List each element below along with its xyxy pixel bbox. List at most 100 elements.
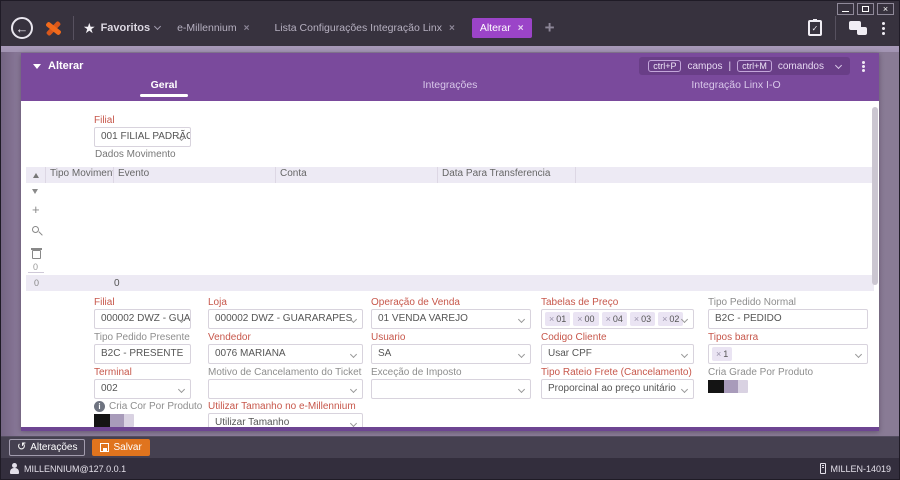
motivo-cancelamento-select[interactable] xyxy=(208,379,363,399)
barcode-type-chip[interactable]: × 1 xyxy=(712,347,733,361)
field-loja: Loja 000002 DWZ - GUARARAPES xyxy=(208,297,363,331)
remove-chip-icon[interactable]: × xyxy=(606,313,611,325)
field-value: Proporcinal ao preço unitário xyxy=(548,383,676,394)
move-down-icon[interactable] xyxy=(32,189,38,197)
vendedor-select[interactable]: 0076 MARIANA xyxy=(208,344,363,364)
tipos-barra-multiselect[interactable]: × 1 xyxy=(708,344,868,364)
usuario-select[interactable]: SA xyxy=(371,344,531,364)
filial-select[interactable]: 000002 DWZ - GUARARAPES xyxy=(94,309,191,329)
terminal-select[interactable]: 002 xyxy=(94,379,191,399)
column-header[interactable]: Evento xyxy=(114,167,276,183)
chip-value: 02 xyxy=(669,314,680,324)
chevron-down-icon xyxy=(680,385,689,394)
campos-label: campos xyxy=(687,60,723,72)
field-tipo-rateio-frete: Tipo Rateio Frete (Cancelamento) Proporc… xyxy=(541,367,694,401)
loja-select[interactable]: 000002 DWZ - GUARARAPES xyxy=(208,309,363,329)
delete-row-icon[interactable] xyxy=(31,248,42,259)
remove-chip-icon[interactable]: × xyxy=(634,313,639,325)
remove-chip-icon[interactable]: × xyxy=(662,313,667,325)
field-terminal: Terminal 002 xyxy=(94,367,191,401)
cria-cor-toggle[interactable] xyxy=(94,414,134,427)
field-label: Tipos barra xyxy=(708,332,759,343)
field-label: Usuario xyxy=(371,332,406,343)
clipboard-icon[interactable]: ✓ xyxy=(808,19,822,36)
favorites-menu[interactable]: ★ Favoritos xyxy=(83,20,162,37)
chip-value: 00 xyxy=(584,314,595,324)
field-label: Codigo Cliente xyxy=(541,332,607,343)
save-label: Salvar xyxy=(113,442,142,453)
application-window: { "colors":{"accent_purple":"#9b44c8","p… xyxy=(0,0,900,480)
column-header[interactable]: Conta xyxy=(276,167,438,183)
close-tab-icon[interactable]: × xyxy=(449,23,455,34)
cria-grade-toggle[interactable] xyxy=(708,380,748,393)
operacao-venda-select[interactable]: 01 VENDA VAREJO xyxy=(371,309,531,329)
search-icon[interactable] xyxy=(32,226,39,233)
field-filial: Filial 000002 DWZ - GUARARAPES xyxy=(94,297,191,331)
field-label: Vendedor xyxy=(208,332,251,343)
tipo-rateio-frete-select[interactable]: Proporcinal ao preço unitário xyxy=(541,379,694,399)
toggle-track xyxy=(724,380,738,393)
tab-lista-configuracoes[interactable]: Lista Configurações Integração Linx × xyxy=(266,18,462,38)
field-value: B2C - PRESENTE xyxy=(101,348,184,359)
ctrl-m-keycap: ctrl+M xyxy=(737,60,772,72)
remove-chip-icon[interactable]: × xyxy=(716,348,721,360)
price-table-chip[interactable]: × 00 xyxy=(573,312,599,326)
title-bar: × ← ★ Favoritos e-Millennium × Lista Con… xyxy=(1,1,899,46)
panel-header: Alterar ctrl+P campos | ctrl+M comandos xyxy=(21,53,879,79)
tab-alterar[interactable]: Alterar × xyxy=(471,18,532,38)
panel-menu-icon[interactable] xyxy=(862,60,865,64)
back-button[interactable]: ← xyxy=(11,17,33,39)
codigo-cliente-select[interactable]: Usar CPF xyxy=(541,344,694,364)
panel-title: Alterar xyxy=(48,60,84,72)
field-utilizar-tamanho: Utilizar Tamanho no e-Millennium Utiliza… xyxy=(208,401,363,427)
tab-e-millennium[interactable]: e-Millennium × xyxy=(169,18,257,38)
info-icon[interactable]: i xyxy=(94,401,105,412)
tipo-pedido-presente-input[interactable]: B2C - PRESENTE xyxy=(94,344,191,364)
close-tab-icon[interactable]: × xyxy=(518,23,524,34)
sort-column-header[interactable] xyxy=(26,167,46,183)
save-button[interactable]: Salvar xyxy=(92,439,150,456)
shortcuts-hint[interactable]: ctrl+P campos | ctrl+M comandos xyxy=(639,57,850,75)
tab-integracoes[interactable]: Integrações xyxy=(307,79,593,101)
vertical-scrollbar[interactable] xyxy=(872,107,878,285)
chevron-down-icon[interactable] xyxy=(834,61,843,69)
collapse-caret-icon[interactable] xyxy=(33,63,41,73)
shortcut-separator: | xyxy=(728,60,732,72)
excecao-imposto-select[interactable] xyxy=(371,379,531,399)
changes-button[interactable]: ↺ Alterações xyxy=(9,439,86,456)
chat-bubbles-icon[interactable] xyxy=(849,21,867,35)
tipo-pedido-normal-input[interactable]: B2C - PEDIDO xyxy=(708,309,868,329)
chevron-down-icon xyxy=(177,385,186,394)
main-toolbar: ← ★ Favoritos e-Millennium × Lista Confi… xyxy=(11,14,889,42)
utilizar-tamanho-select[interactable]: Utilizar Tamanho xyxy=(208,413,363,427)
column-header-empty xyxy=(576,167,874,183)
field-label: Tabelas de Preço xyxy=(541,297,619,308)
price-table-chip[interactable]: × 03 xyxy=(629,312,656,326)
field-value: SA xyxy=(378,348,392,359)
add-row-icon[interactable]: + xyxy=(32,203,40,216)
more-options-icon[interactable] xyxy=(882,21,885,25)
field-filial-top: Filial 001 FILIAL PADRÃO xyxy=(94,115,191,149)
footer-count-evento: 0 xyxy=(114,278,120,289)
tabelas-preco-multiselect[interactable]: × 01 × 00 × 04 × 03 × 02 xyxy=(541,309,694,329)
filial-select[interactable]: 001 FILIAL PADRÃO xyxy=(94,127,191,147)
chevron-down-icon xyxy=(680,350,689,359)
price-table-chip[interactable]: × 04 xyxy=(601,312,627,326)
column-header[interactable]: Data Para Transferencia xyxy=(438,167,576,183)
column-header[interactable]: Tipo Movimento xyxy=(46,167,114,183)
price-table-chip[interactable]: × 01 xyxy=(545,312,571,326)
tab-integracao-linx-io[interactable]: Integração Linx I-O xyxy=(593,79,879,101)
close-tab-icon[interactable]: × xyxy=(244,23,250,34)
field-label: Utilizar Tamanho no e-Millennium xyxy=(208,401,356,412)
new-tab-button[interactable]: + xyxy=(541,18,559,38)
field-tabelas-preco: Tabelas de Preço × 01 × 00 × 04 × 03 × 02 xyxy=(541,297,694,331)
remove-chip-icon[interactable]: × xyxy=(549,313,554,325)
tab-geral[interactable]: Geral xyxy=(21,79,307,101)
field-value: 01 VENDA VAREJO xyxy=(378,313,468,324)
chip-value: 03 xyxy=(641,314,652,324)
chevron-down-icon xyxy=(349,350,358,359)
section-title: Dados Movimento xyxy=(95,149,176,160)
table-body[interactable]: + 0 xyxy=(26,183,874,275)
ctrl-p-keycap: ctrl+P xyxy=(648,60,682,72)
remove-chip-icon[interactable]: × xyxy=(577,313,582,325)
